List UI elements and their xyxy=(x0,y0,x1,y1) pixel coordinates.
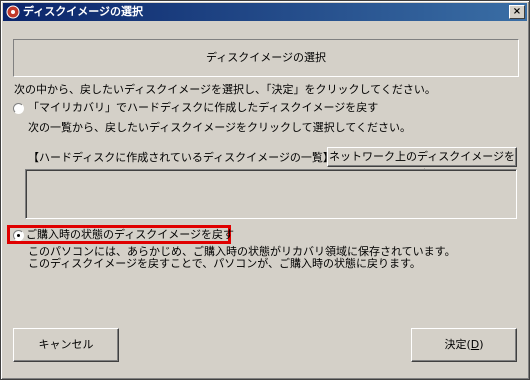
header-panel: ディスクイメージの選択 xyxy=(13,39,519,77)
title-bar[interactable]: ディスクイメージの選択 × xyxy=(3,3,527,21)
instructions-text: 次の中から、戻したいディスクイメージを選択し、「決定」をクリックしてください。 xyxy=(14,83,436,96)
restore-purchase-description-2: このディスクイメージを戻すことで、パソコンが、ご購入時の状態に戻ります。 xyxy=(28,257,421,270)
ok-button-label: 決定( xyxy=(444,338,471,351)
cancel-button-label: キャンセル xyxy=(38,338,94,351)
disk-image-listbox[interactable] xyxy=(25,169,517,219)
cancel-button[interactable]: キャンセル xyxy=(13,328,119,362)
ok-button-hotkey: D xyxy=(470,338,480,351)
close-button[interactable]: × xyxy=(509,5,525,19)
radio-restore-created[interactable] xyxy=(13,103,24,114)
header-title: ディスクイメージの選択 xyxy=(205,51,326,64)
ok-button-suffix: ) xyxy=(479,338,484,351)
restore-created-description: 次の一覧から、戻したいディスクイメージをクリックして選択してください。 xyxy=(28,121,412,134)
close-icon: × xyxy=(512,6,522,17)
window-title: ディスクイメージの選択 xyxy=(23,5,144,18)
dialog-window: ディスクイメージの選択 × ディスクイメージの選択 次の中から、戻したいディスク… xyxy=(0,0,530,380)
network-disk-image-button[interactable]: ネットワーク上のディスクイメージを選択 xyxy=(327,147,517,181)
app-icon xyxy=(6,5,20,19)
radio-restore-purchase[interactable] xyxy=(13,230,24,241)
radio-restore-created-label[interactable]: 「マイリカバリ」でハードディスクに作成したディスクイメージを戻す xyxy=(28,101,378,115)
ok-button[interactable]: 決定(D) xyxy=(411,328,517,362)
radio-restore-purchase-label[interactable]: ご購入時の状態のディスクイメージを戻す xyxy=(26,228,234,242)
disk-image-list-label: 【ハードディスクに作成されているディスクイメージの一覧】 xyxy=(28,151,334,164)
